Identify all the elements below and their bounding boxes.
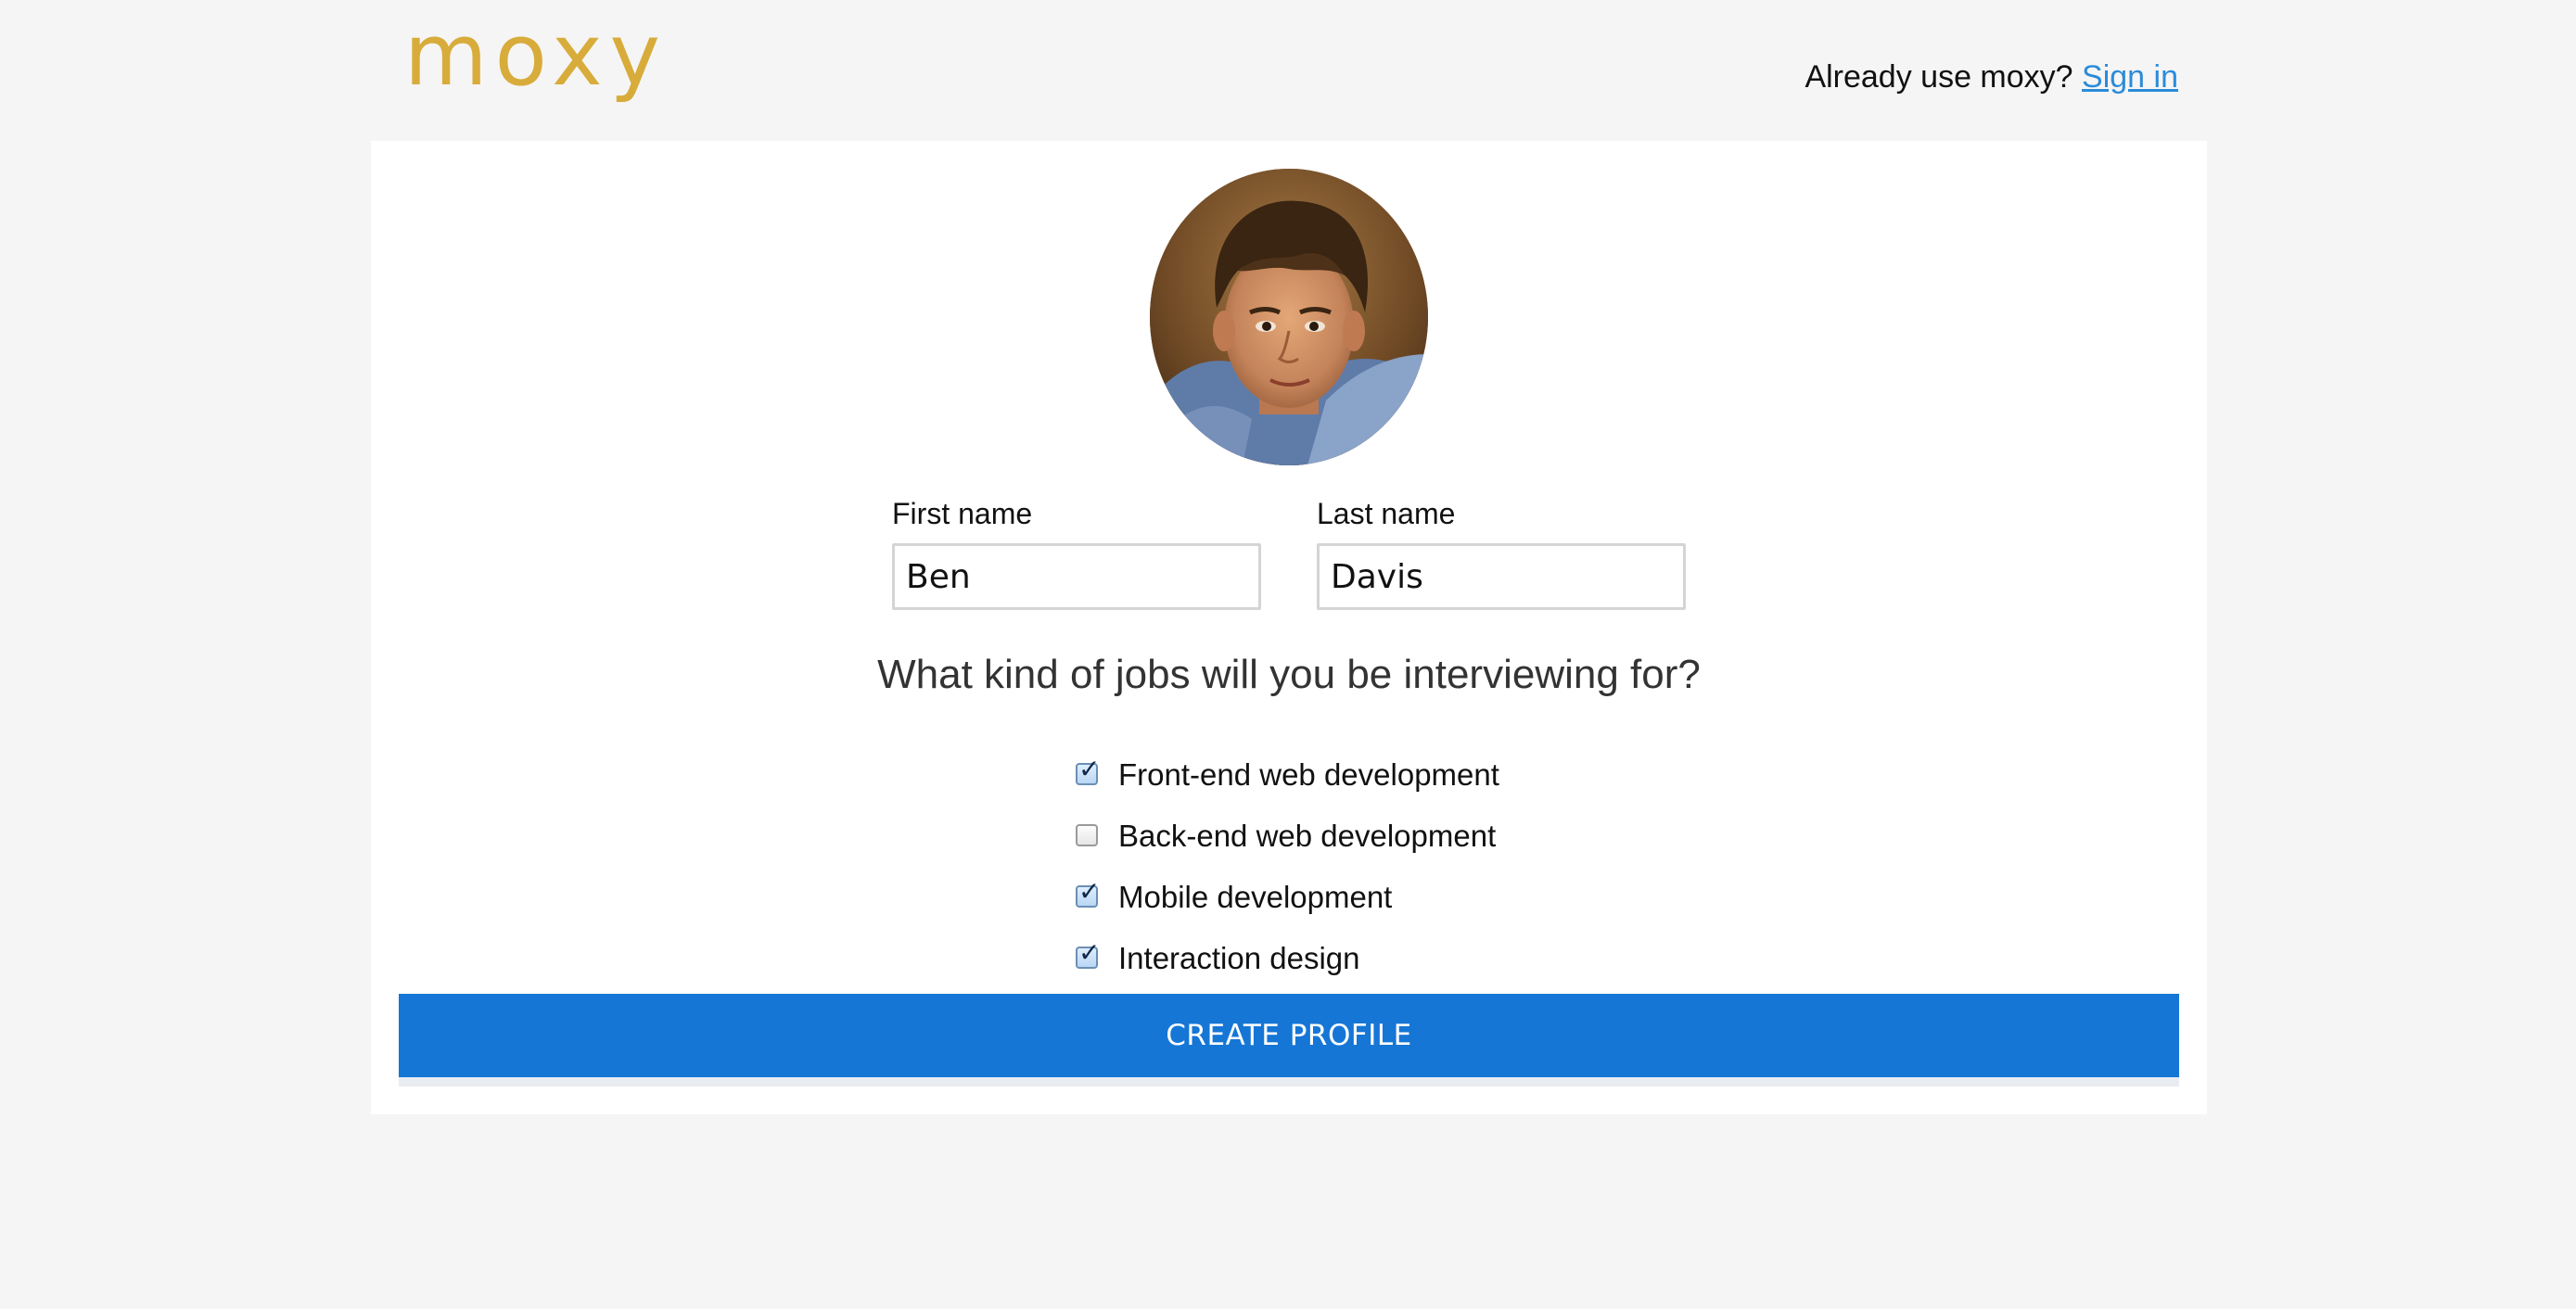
back-end-checkbox[interactable]: ✓: [1076, 824, 1098, 846]
sign-in-link[interactable]: Sign in: [2082, 59, 2178, 95]
already-use-text: Already use moxy?: [1804, 59, 2083, 95]
profile-card: First name Last name What kind of jobs w…: [371, 141, 2207, 1114]
job-options-list: ✓ Front-end web development ✓ Back-end w…: [1076, 743, 1499, 988]
last-name-label: Last name: [1317, 497, 1456, 530]
last-name-field: Last name: [1317, 499, 1686, 610]
first-name-field: First name: [892, 499, 1261, 610]
job-option-label[interactable]: Mobile development: [1118, 882, 1392, 912]
job-option-back-end[interactable]: ✓ Back-end web development: [1076, 805, 1499, 866]
sign-in-prompt: Already use moxy? Sign in: [1804, 61, 2178, 93]
user-photo-icon: [1150, 169, 1428, 465]
create-profile-button[interactable]: CREATE PROFILE: [399, 994, 2179, 1087]
last-name-input[interactable]: [1317, 543, 1686, 610]
job-option-interaction-design[interactable]: ✓ Interaction design: [1076, 927, 1499, 988]
check-icon: ✓: [1078, 876, 1101, 907]
interaction-design-checkbox[interactable]: ✓: [1076, 940, 1100, 969]
mobile-checkbox[interactable]: ✓: [1076, 879, 1100, 908]
job-option-mobile[interactable]: ✓ Mobile development: [1076, 866, 1499, 927]
jobs-question: What kind of jobs will you be interviewi…: [877, 652, 1701, 697]
job-option-front-end[interactable]: ✓ Front-end web development: [1076, 743, 1499, 805]
moxy-logo[interactable]: moxy: [404, 13, 668, 98]
job-option-label[interactable]: Front-end web development: [1118, 759, 1499, 790]
first-name-input[interactable]: [892, 543, 1261, 610]
front-end-checkbox[interactable]: ✓: [1076, 756, 1100, 785]
first-name-label: First name: [892, 497, 1033, 530]
check-icon: ✓: [1078, 754, 1101, 784]
job-option-label[interactable]: Back-end web development: [1118, 820, 1496, 851]
check-icon: ✓: [1078, 937, 1101, 968]
job-option-label[interactable]: Interaction design: [1118, 943, 1360, 973]
avatar[interactable]: [1150, 169, 1428, 465]
